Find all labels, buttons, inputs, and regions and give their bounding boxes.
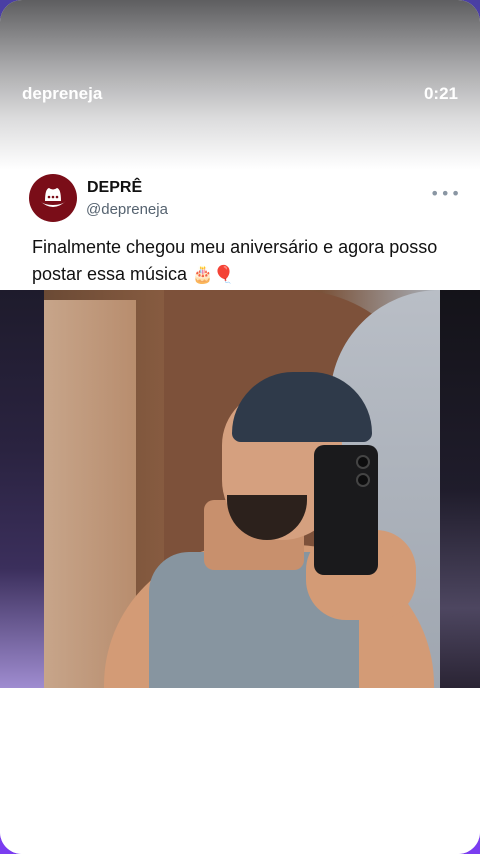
cowboy-hat-logo-icon <box>40 188 66 207</box>
video-media[interactable] <box>0 290 480 688</box>
video-side-blur-left <box>0 290 44 688</box>
camera-lens-icon <box>356 473 370 487</box>
smartphone <box>314 445 378 575</box>
story-footer <box>0 688 480 854</box>
mirror-selfie-image <box>44 290 440 688</box>
display-name[interactable]: DEPRÊ <box>87 179 142 197</box>
story-account-name[interactable]: depreneja <box>22 84 102 104</box>
user-handle[interactable]: @depreneja <box>86 201 168 218</box>
camera-lens-icon <box>356 455 370 469</box>
story-frame: depreneja 0:21 DEPRÊ @depreneja ••• Fina… <box>0 0 480 854</box>
video-side-blur-right <box>440 290 480 688</box>
story-timestamp: 0:21 <box>423 84 458 103</box>
birthday-emoji: 🎂🎈 <box>192 265 235 285</box>
more-options-icon[interactable]: ••• <box>430 184 461 203</box>
tweet-text: Finalmente chegou meu aniversário e agor… <box>32 234 442 289</box>
story-header: depreneja 0:21 <box>0 0 480 170</box>
avatar[interactable] <box>29 174 77 222</box>
tweet-body: Finalmente chegou meu aniversário e agor… <box>32 237 438 284</box>
